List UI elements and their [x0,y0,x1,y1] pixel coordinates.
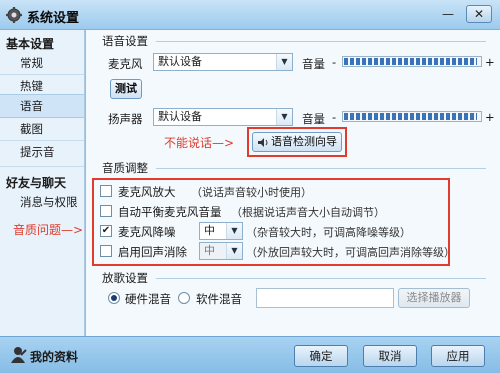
mic-volume-label: 音量 [302,57,325,71]
sidebar-item-messages-permissions[interactable]: 消息与权限 [0,191,84,213]
noise-reduction-hint: （杂音较大时，可调高降噪等级） [246,226,411,239]
echo-cancel-label: 启用回声消除 [118,245,187,259]
speaker-volume-plus: + [485,110,495,124]
close-icon[interactable]: ✕ [466,5,492,23]
speaker-volume-label: 音量 [302,112,325,126]
speaker-label: 扬声器 [108,112,143,126]
hardware-mix-radio[interactable] [108,292,120,304]
noise-level-select[interactable]: 中 ▼ [199,222,243,240]
auto-gain-hint: （根据说话声音大小自动调节） [231,206,385,219]
title-bar: 系统设置 — ✕ [0,0,500,30]
echo-cancel-checkbox[interactable] [100,245,112,257]
playback-group-title: 放歌设置 [102,271,148,285]
cancel-button[interactable]: 取消 [363,345,417,367]
test-button[interactable]: 测试 [110,79,142,99]
speaker-volume-minus: - [332,110,337,124]
speaker-icon [258,138,268,147]
auto-gain-checkbox[interactable] [100,205,112,217]
annotation-no-talk: 不能说话—> [164,136,235,150]
speaker-volume-fill [344,113,478,120]
voice-wizard-button[interactable]: 语音检测向导 [252,132,342,152]
noise-reduction-checkbox[interactable]: ✔ [100,225,112,237]
footer-bar: 我的资料 确定 取消 应用 [0,336,500,373]
player-path-field[interactable] [256,288,394,308]
chevron-down-icon: ▼ [276,54,292,70]
speaker-device-select[interactable]: 默认设备 ▼ [153,108,293,126]
echo-cancel-hint: （外放回声较大时，可调高回声消除等级） [246,246,455,259]
chevron-down-icon: ▼ [226,243,242,259]
sidebar-section-friends: 好友与聊天 [6,176,67,190]
mic-volume-minus: - [332,55,337,69]
software-mix-label: 软件混音 [196,292,242,306]
minimize-icon[interactable]: — [440,6,456,22]
gear-icon [6,7,22,23]
window-title: 系统设置 [27,11,80,26]
ok-button[interactable]: 确定 [294,345,348,367]
auto-gain-label: 自动平衡麦克风音量 [118,205,222,219]
sidebar-item-general[interactable]: 常规 [0,52,84,74]
mic-volume-plus: + [485,55,495,69]
hardware-mix-label: 硬件混音 [125,292,171,306]
chevron-down-icon: ▼ [276,109,292,125]
mic-boost-label: 麦克风放大 [118,185,176,199]
speaker-volume-slider[interactable] [342,111,482,122]
sidebar: 基本设置 常规 热键 语音 截图 提示音 好友与聊天 消息与权限 [0,30,85,336]
my-profile-link[interactable]: 我的资料 [30,348,78,365]
mic-volume-fill [344,58,478,65]
noise-reduction-label: 麦克风降噪 [118,225,176,239]
chevron-down-icon: ▼ [226,223,242,239]
profile-icon [11,347,27,363]
annotation-quality: 音质问题—> [13,223,84,237]
mic-boost-checkbox[interactable] [100,185,112,197]
mic-label: 麦克风 [108,57,143,71]
mic-volume-slider[interactable] [342,56,482,67]
mic-boost-hint: （说话声音较小时使用） [191,186,312,199]
sidebar-item-notification-sound[interactable]: 提示音 [0,141,84,163]
software-mix-radio[interactable] [178,292,190,304]
settings-panel: 语音设置 麦克风 默认设备 ▼ 音量 - + 测试 扬声器 默认设备 ▼ 音量 … [13,30,500,336]
sidebar-item-voice[interactable]: 语音 [0,94,84,118]
sidebar-section-basic: 基本设置 [6,37,55,51]
echo-level-select[interactable]: 中 ▼ [199,242,243,260]
select-player-button[interactable]: 选择播放器 [398,288,470,308]
sidebar-item-screenshot[interactable]: 截图 [0,118,84,140]
mic-device-select[interactable]: 默认设备 ▼ [153,53,293,71]
quality-group-title: 音质调整 [102,161,148,175]
apply-button[interactable]: 应用 [431,345,485,367]
voice-group-title: 语音设置 [102,34,148,48]
